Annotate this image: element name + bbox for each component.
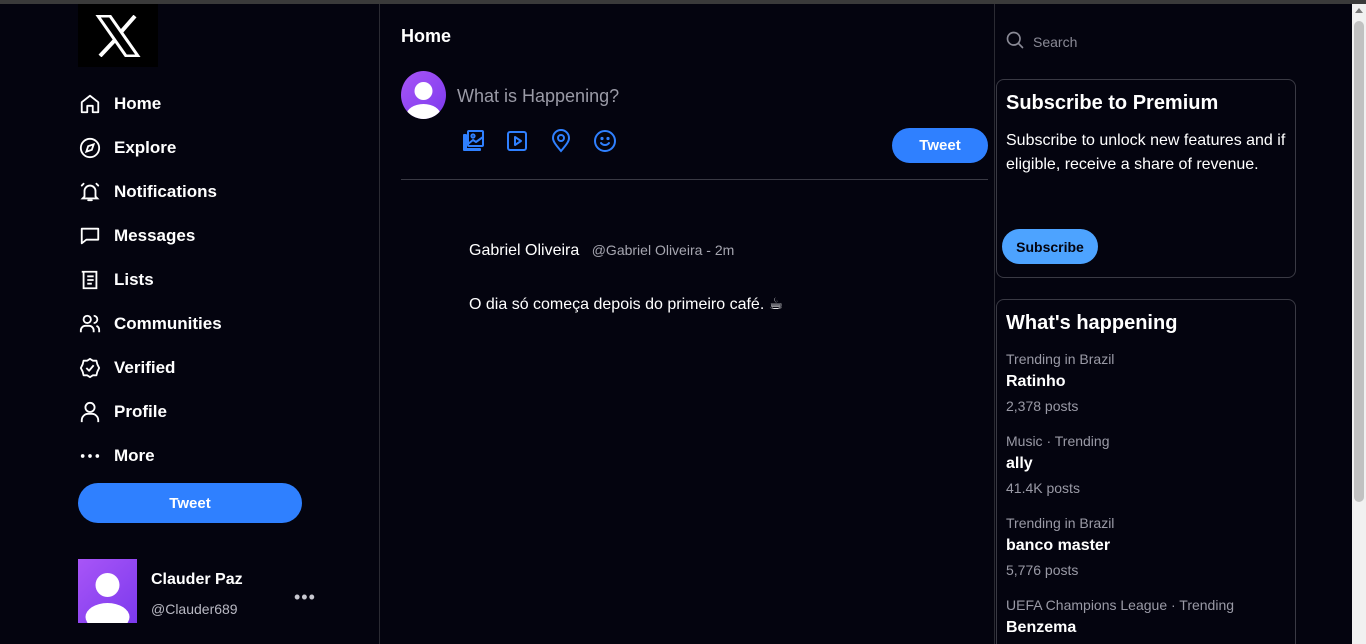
right-sidebar: Subscribe to Premium Subscribe to unlock… [994,4,1352,644]
verified-icon [78,356,102,380]
trend-context: Music · Trending [1006,433,1110,449]
sidebar-item-more[interactable]: More [78,434,222,478]
trend-item[interactable]: Trending in Brazil Ratinho 2,378 posts [1006,351,1286,414]
users-icon [78,312,102,336]
list-item[interactable]: Gabriel Oliveira @Gabriel Oliveira - 2m … [469,242,969,313]
trend-count: 2,378 posts [1006,398,1079,414]
sidebar-item-messages[interactable]: Messages [78,214,222,258]
premium-card: Subscribe to Premium Subscribe to unlock… [996,79,1296,278]
sidebar-tweet-button[interactable]: Tweet [78,483,302,523]
post-author[interactable]: Gabriel Oliveira [469,242,579,259]
sidebar-nav: Home Explore Notifications Messages List… [78,82,222,478]
video-icon[interactable] [505,129,529,153]
sidebar: Home Explore Notifications Messages List… [0,4,380,644]
scrollbar-thumb[interactable] [1354,21,1364,502]
account-name: Clauder Paz [151,571,243,588]
main-timeline: Home Tweet Gabriel Oliveira @Gabriel Oli… [381,4,994,644]
sidebar-item-label: Communities [114,314,222,333]
account-handle: @Clauder689 [151,601,238,617]
sidebar-item-label: More [114,446,155,465]
account-switcher[interactable]: Clauder Paz @Clauder689 ••• [78,559,328,623]
search-bar [1005,30,1285,54]
compose-tweet-button[interactable]: Tweet [892,128,988,163]
post-meta: @Gabriel Oliveira - 2m [591,242,735,258]
subscribe-button[interactable]: Subscribe [1002,229,1098,264]
account-more-icon[interactable]: ••• [294,587,316,608]
page-scrollbar[interactable] [1352,4,1366,644]
home-icon [78,92,102,116]
sidebar-item-verified[interactable]: Verified [78,346,222,390]
sidebar-item-label: Profile [114,402,167,421]
sidebar-item-label: Messages [114,226,196,245]
sidebar-item-label: Verified [114,358,176,377]
trend-count: 5,776 posts [1006,562,1079,578]
trend-context: Trending in Brazil [1006,351,1115,367]
trend-item[interactable]: UEFA Champions League · Trending Benzema [1006,597,1286,644]
message-icon [78,224,102,248]
trend-item[interactable]: Trending in Brazil banco master 5,776 po… [1006,515,1286,578]
premium-description: Subscribe to unlock new features and if … [1006,132,1286,173]
emoji-icon[interactable] [593,129,617,153]
trend-context: UEFA Champions League · Trending [1006,597,1235,613]
sidebar-item-lists[interactable]: Lists [78,258,222,302]
sidebar-item-explore[interactable]: Explore [78,126,222,170]
trend-count: 41.4K posts [1006,480,1080,496]
post-text: O dia só começa depois do primeiro café.… [469,296,784,313]
trend-name: Ratinho [1006,373,1066,390]
bell-icon [78,180,102,204]
scroll-up-icon[interactable] [1355,8,1363,13]
location-icon[interactable] [549,129,573,153]
trend-name: ally [1006,455,1033,472]
divider [401,179,988,180]
x-logo-icon[interactable] [78,4,158,67]
trends-title: What's happening [1006,312,1178,334]
list-icon [78,268,102,292]
trend-name: Benzema [1006,619,1077,636]
sidebar-item-home[interactable]: Home [78,82,222,126]
page-title: Home [401,26,452,46]
compass-icon [78,136,102,160]
user-icon [78,400,102,424]
sidebar-item-label: Home [114,94,162,113]
sidebar-item-notifications[interactable]: Notifications [78,170,222,214]
sidebar-item-communities[interactable]: Communities [78,302,222,346]
sidebar-item-label: Notifications [114,182,217,201]
sidebar-item-label: Explore [114,138,177,157]
compose-toolbar [461,129,637,153]
sidebar-item-label: Lists [114,270,154,289]
trend-name: banco master [1006,537,1111,554]
search-input[interactable] [1033,34,1273,50]
trend-context: Trending in Brazil [1006,515,1115,531]
avatar [401,71,446,119]
trends-card: What's happening Trending in Brazil Rati… [996,299,1296,644]
premium-title: Subscribe to Premium [1006,92,1219,114]
sidebar-item-profile[interactable]: Profile [78,390,222,434]
compose-input[interactable] [457,82,877,110]
search-icon [1005,30,1025,55]
avatar [78,559,137,623]
trend-item[interactable]: Music · Trending ally 41.4K posts [1006,433,1286,496]
image-icon[interactable] [461,129,485,153]
more-icon [78,444,102,468]
